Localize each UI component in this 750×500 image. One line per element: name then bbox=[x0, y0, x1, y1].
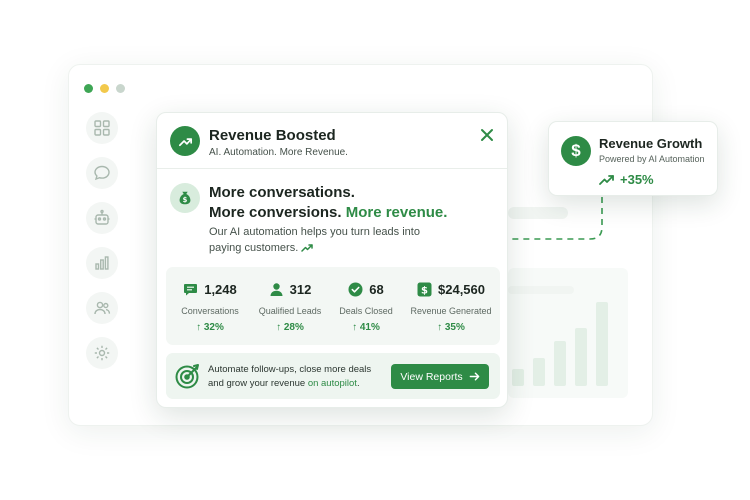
window-controls bbox=[84, 84, 125, 93]
sidebar bbox=[78, 112, 126, 412]
stat-value: 1,248 bbox=[204, 282, 237, 297]
sidebar-item-messages[interactable] bbox=[86, 157, 118, 189]
hero-description-text: Our AI automation helps you turn leads i… bbox=[209, 226, 420, 254]
chat-bubble-icon bbox=[94, 165, 110, 181]
footer-text-end: . bbox=[356, 378, 360, 389]
trend-up-icon bbox=[170, 126, 200, 156]
footer-message: Automate follow-ups, close more deals an… bbox=[208, 363, 388, 391]
view-reports-button[interactable]: View Reports bbox=[391, 364, 489, 389]
stat-conversations: 1,248 Conversations ↑ 32% bbox=[166, 267, 254, 345]
stat-delta: ↑ 28% bbox=[276, 322, 304, 333]
card-title: Revenue Boosted bbox=[209, 127, 336, 144]
grid-icon bbox=[94, 120, 110, 136]
arrow-right-icon bbox=[469, 372, 479, 381]
sidebar-item-settings[interactable] bbox=[86, 337, 118, 369]
stage: Revenue Boosted AI. Automation. More Rev… bbox=[0, 0, 750, 500]
hero-description: Our AI automation helps you turn leads i… bbox=[209, 224, 429, 256]
revenue-boosted-card: Revenue Boosted AI. Automation. More Rev… bbox=[156, 112, 508, 408]
automation-footer: Automate follow-ups, close more deals an… bbox=[166, 353, 500, 399]
background-placeholder-bar bbox=[508, 286, 574, 294]
users-icon bbox=[94, 301, 111, 315]
window-dot-green[interactable] bbox=[84, 84, 93, 93]
bar-chart-icon bbox=[95, 256, 109, 270]
sidebar-item-automation[interactable] bbox=[86, 202, 118, 234]
hero-line-2-a: More conversions. bbox=[209, 204, 342, 221]
money-bag-icon: $ bbox=[170, 183, 200, 213]
growth-delta-value: +35% bbox=[620, 172, 654, 187]
hero-line-2: More conversions. More revenue. bbox=[209, 203, 447, 223]
background-bar bbox=[575, 328, 587, 386]
dollar-circle-icon: $ bbox=[561, 136, 591, 166]
window-dot-gray[interactable] bbox=[116, 84, 125, 93]
background-bar bbox=[596, 302, 608, 386]
growth-delta: +35% bbox=[599, 172, 654, 187]
stat-qualified-leads: 312 Qualified Leads ↑ 28% bbox=[249, 267, 331, 345]
hero-line-2-b: More revenue. bbox=[345, 204, 448, 221]
stat-label: Deals Closed bbox=[339, 306, 393, 316]
stat-deals-closed: 68 Deals Closed ↑ 41% bbox=[331, 267, 401, 345]
card-subtitle: AI. Automation. More Revenue. bbox=[209, 147, 348, 158]
background-bar-chart bbox=[512, 300, 612, 386]
chat-icon bbox=[183, 282, 198, 297]
hero-headline: More conversations. More conversions. Mo… bbox=[209, 183, 447, 223]
stat-delta: ↑ 32% bbox=[196, 322, 224, 333]
sidebar-item-contacts[interactable] bbox=[86, 292, 118, 324]
stat-delta: ↑ 35% bbox=[437, 322, 465, 333]
growth-subtitle: Powered by AI Automation bbox=[599, 154, 705, 164]
target-icon bbox=[175, 364, 199, 389]
stats-panel: 1,248 Conversations ↑ 32% 312 Qualified … bbox=[166, 267, 500, 345]
card-header: Revenue Boosted AI. Automation. More Rev… bbox=[157, 113, 507, 169]
stat-value: $24,560 bbox=[438, 282, 485, 297]
trend-up-icon bbox=[599, 174, 614, 185]
stat-label: Conversations bbox=[181, 306, 239, 316]
dollar-icon: $ bbox=[417, 282, 432, 297]
user-icon bbox=[269, 282, 284, 297]
growth-title: Revenue Growth bbox=[599, 136, 703, 151]
trend-up-small-icon bbox=[301, 244, 314, 252]
background-bar bbox=[554, 341, 566, 386]
window-dot-yellow[interactable] bbox=[100, 84, 109, 93]
view-reports-label: View Reports bbox=[400, 370, 463, 383]
background-bar bbox=[533, 358, 545, 386]
background-bar bbox=[512, 369, 524, 386]
stat-value: 68 bbox=[369, 282, 384, 297]
stat-value: 312 bbox=[289, 282, 312, 297]
stat-label: Revenue Generated bbox=[410, 306, 492, 316]
revenue-growth-card: $ Revenue Growth Powered by AI Automatio… bbox=[548, 121, 718, 196]
sidebar-item-analytics[interactable] bbox=[86, 247, 118, 279]
svg-text:$: $ bbox=[421, 286, 428, 297]
stat-revenue-generated: $ $24,560 Revenue Generated ↑ 35% bbox=[402, 267, 500, 345]
close-icon[interactable] bbox=[479, 127, 495, 143]
footer-text-highlight: on autopilot bbox=[307, 378, 357, 389]
check-circle-icon bbox=[348, 282, 363, 297]
robot-icon bbox=[94, 209, 110, 225]
stat-delta: ↑ 41% bbox=[352, 322, 380, 333]
stat-label: Qualified Leads bbox=[258, 306, 322, 316]
connector-dashed-line bbox=[508, 197, 603, 240]
gear-icon bbox=[94, 345, 110, 361]
sidebar-item-dashboard[interactable] bbox=[86, 112, 118, 144]
svg-text:$: $ bbox=[183, 196, 188, 204]
hero-line-1: More conversations. bbox=[209, 184, 355, 201]
